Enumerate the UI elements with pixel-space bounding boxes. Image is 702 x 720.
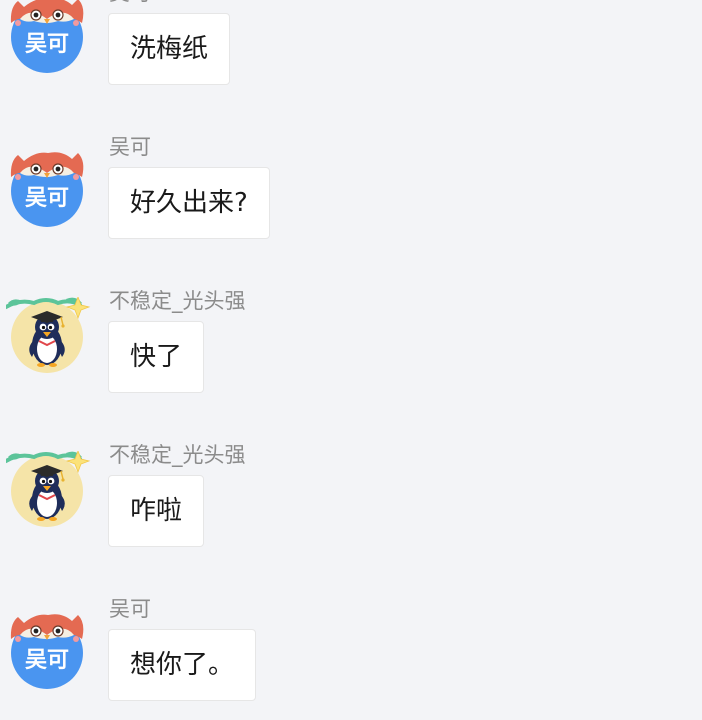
sender-name: 不稳定_光头强 xyxy=(109,289,246,313)
avatar[interactable] xyxy=(6,451,96,541)
owl-mascot-icon: 吴可 xyxy=(10,152,84,227)
penguin-graduate-icon xyxy=(6,297,91,373)
owl-mascot-icon: 吴可 xyxy=(10,0,84,73)
message-bubble[interactable]: 洗梅纸 xyxy=(108,13,231,85)
message-bubble[interactable]: 好久出来? xyxy=(108,167,270,239)
chat-message-list: 吴可 吴可 洗梅纸 吴可 吴可 好久出来? xyxy=(0,0,702,720)
chat-message: 吴可 吴可 好久出来? xyxy=(0,135,702,253)
chat-message: 不稳定_光头强 快了 xyxy=(0,289,702,407)
avatar-text: 吴可 xyxy=(25,186,69,211)
avatar[interactable]: 吴可 xyxy=(6,605,96,695)
avatar[interactable]: 吴可 xyxy=(6,143,96,233)
chat-message: 不稳定_光头强 咋啦 xyxy=(0,443,702,561)
chat-message: 吴可 吴可 洗梅纸 xyxy=(0,0,702,99)
sender-name: 吴可 xyxy=(109,597,151,621)
message-bubble[interactable]: 快了 xyxy=(108,321,205,393)
message-bubble[interactable]: 想你了。 xyxy=(108,629,257,701)
owl-mascot-icon: 吴可 xyxy=(10,614,84,689)
sender-name: 不稳定_光头强 xyxy=(109,443,246,467)
message-bubble[interactable]: 咋啦 xyxy=(108,475,205,547)
avatar-text: 吴可 xyxy=(25,32,69,57)
avatar[interactable]: 吴可 xyxy=(6,0,96,79)
avatar[interactable] xyxy=(6,297,96,387)
sender-name: 吴可 xyxy=(109,0,151,7)
chat-message: 吴可 吴可 想你了。 xyxy=(0,597,702,715)
penguin-graduate-icon xyxy=(6,451,91,527)
avatar-text: 吴可 xyxy=(25,648,69,673)
sender-name: 吴可 xyxy=(109,135,151,159)
